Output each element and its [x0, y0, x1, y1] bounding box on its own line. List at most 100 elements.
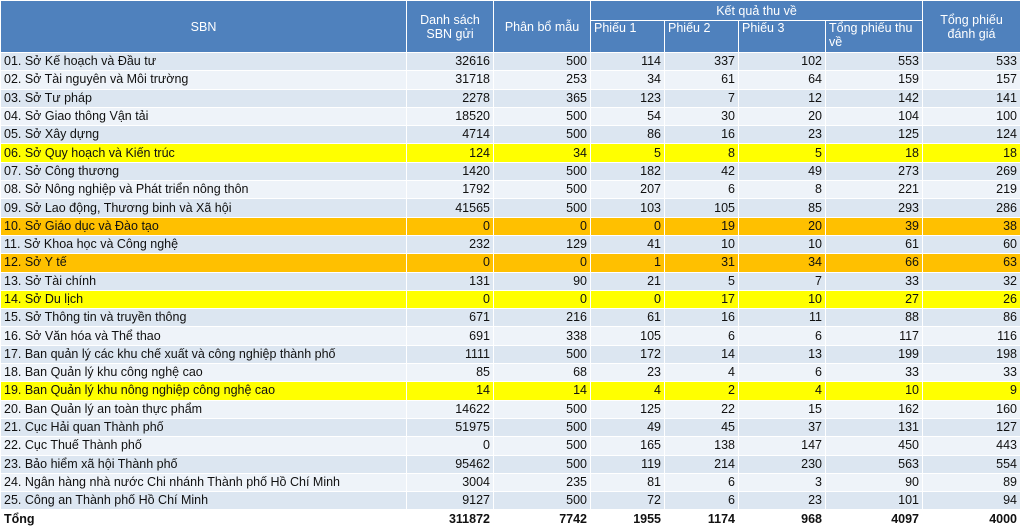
- cell-name: 21. Cục Hải quan Thành phố: [1, 418, 407, 436]
- cell-tong-danh-gia: 141: [923, 89, 1020, 107]
- cell-name: 14. Sở Du lịch: [1, 290, 407, 308]
- cell-phieu-2: 6: [665, 327, 739, 345]
- cell-danh-sach: 32616: [407, 53, 494, 71]
- total-tong-thu: 4097: [826, 510, 923, 529]
- cell-phan-bo: 500: [494, 400, 591, 418]
- cell-tong-thu: 104: [826, 107, 923, 125]
- cell-phieu-1: 172: [591, 345, 665, 363]
- cell-phieu-3: 147: [739, 437, 826, 455]
- cell-phan-bo: 129: [494, 235, 591, 253]
- cell-phan-bo: 500: [494, 455, 591, 473]
- cell-phieu-2: 45: [665, 418, 739, 436]
- cell-phieu-1: 34: [591, 71, 665, 89]
- cell-tong-danh-gia: 9: [923, 382, 1020, 400]
- cell-danh-sach: 0: [407, 437, 494, 455]
- table-row: 08. Sở Nông nghiệp và Phát triển nông th…: [1, 181, 1020, 199]
- cell-tong-thu: 39: [826, 217, 923, 235]
- cell-tong-thu: 159: [826, 71, 923, 89]
- cell-tong-danh-gia: 60: [923, 235, 1020, 253]
- cell-tong-danh-gia: 32: [923, 272, 1020, 290]
- cell-phieu-1: 72: [591, 492, 665, 510]
- cell-phieu-2: 19: [665, 217, 739, 235]
- cell-tong-thu: 221: [826, 181, 923, 199]
- cell-phieu-2: 14: [665, 345, 739, 363]
- cell-tong-danh-gia: 94: [923, 492, 1020, 510]
- cell-phieu-2: 7: [665, 89, 739, 107]
- cell-phieu-1: 49: [591, 418, 665, 436]
- cell-phieu-2: 337: [665, 53, 739, 71]
- cell-name: 07. Sở Công thương: [1, 162, 407, 180]
- cell-phieu-1: 125: [591, 400, 665, 418]
- table-row: 18. Ban Quản lý khu công nghệ cao8568234…: [1, 364, 1020, 382]
- table-row: 16. Sở Văn hóa và Thể thao69133810566117…: [1, 327, 1020, 345]
- cell-danh-sach: 2278: [407, 89, 494, 107]
- cell-tong-danh-gia: 116: [923, 327, 1020, 345]
- cell-phieu-1: 182: [591, 162, 665, 180]
- cell-tong-thu: 293: [826, 199, 923, 217]
- cell-phieu-1: 41: [591, 235, 665, 253]
- cell-phieu-2: 138: [665, 437, 739, 455]
- header-tong-thu: Tổng phiếu thu về: [826, 21, 923, 53]
- cell-phieu-3: 102: [739, 53, 826, 71]
- cell-danh-sach: 124: [407, 144, 494, 162]
- cell-phieu-3: 4: [739, 382, 826, 400]
- cell-danh-sach: 1792: [407, 181, 494, 199]
- cell-name: 18. Ban Quản lý khu công nghệ cao: [1, 364, 407, 382]
- cell-danh-sach: 0: [407, 254, 494, 272]
- cell-phieu-2: 16: [665, 126, 739, 144]
- cell-phan-bo: 34: [494, 144, 591, 162]
- table-row: 03. Sở Tư pháp2278365123712142141: [1, 89, 1020, 107]
- table-row: 14. Sở Du lịch00017102726: [1, 290, 1020, 308]
- cell-phieu-1: 4: [591, 382, 665, 400]
- cell-danh-sach: 1420: [407, 162, 494, 180]
- table-row: 12. Sở Y tế00131346663: [1, 254, 1020, 272]
- cell-name: 25. Công an Thành phố Hồ Chí Minh: [1, 492, 407, 510]
- cell-phan-bo: 500: [494, 418, 591, 436]
- cell-tong-danh-gia: 18: [923, 144, 1020, 162]
- cell-name: 06. Sở Quy hoạch và Kiến trúc: [1, 144, 407, 162]
- total-phan-bo: 7742: [494, 510, 591, 529]
- cell-phan-bo: 500: [494, 162, 591, 180]
- cell-danh-sach: 51975: [407, 418, 494, 436]
- cell-danh-sach: 671: [407, 309, 494, 327]
- cell-name: 19. Ban Quản lý khu nông nghiệp công ngh…: [1, 382, 407, 400]
- cell-danh-sach: 1111: [407, 345, 494, 363]
- cell-tong-danh-gia: 198: [923, 345, 1020, 363]
- cell-phieu-3: 10: [739, 290, 826, 308]
- cell-phan-bo: 235: [494, 473, 591, 491]
- cell-phieu-2: 42: [665, 162, 739, 180]
- cell-phan-bo: 14: [494, 382, 591, 400]
- cell-tong-danh-gia: 286: [923, 199, 1020, 217]
- table-row: 05. Sở Xây dựng4714500861623125124: [1, 126, 1020, 144]
- cell-danh-sach: 41565: [407, 199, 494, 217]
- cell-tong-thu: 131: [826, 418, 923, 436]
- cell-phieu-1: 21: [591, 272, 665, 290]
- cell-danh-sach: 18520: [407, 107, 494, 125]
- cell-tong-danh-gia: 160: [923, 400, 1020, 418]
- cell-phan-bo: 253: [494, 71, 591, 89]
- cell-tong-thu: 563: [826, 455, 923, 473]
- table-row: 21. Cục Hải quan Thành phố51975500494537…: [1, 418, 1020, 436]
- cell-phieu-2: 10: [665, 235, 739, 253]
- table-row: 01. Sở Kế hoạch và Đầu tư326165001143371…: [1, 53, 1020, 71]
- table-row: 09. Sở Lao động, Thương binh và Xã hội41…: [1, 199, 1020, 217]
- cell-phieu-2: 30: [665, 107, 739, 125]
- cell-phan-bo: 500: [494, 492, 591, 510]
- table-row: 23. Bảo hiểm xã hội Thành phố95462500119…: [1, 455, 1020, 473]
- cell-danh-sach: 31718: [407, 71, 494, 89]
- cell-name: 17. Ban quản lý các khu chế xuất và công…: [1, 345, 407, 363]
- cell-tong-thu: 18: [826, 144, 923, 162]
- cell-phieu-2: 31: [665, 254, 739, 272]
- cell-name: 01. Sở Kế hoạch và Đầu tư: [1, 53, 407, 71]
- total-label: Tổng: [1, 510, 407, 529]
- cell-phan-bo: 90: [494, 272, 591, 290]
- cell-phan-bo: 500: [494, 181, 591, 199]
- cell-phieu-2: 16: [665, 309, 739, 327]
- cell-tong-thu: 125: [826, 126, 923, 144]
- cell-phieu-1: 23: [591, 364, 665, 382]
- cell-tong-danh-gia: 157: [923, 71, 1020, 89]
- cell-phieu-2: 2: [665, 382, 739, 400]
- cell-phieu-3: 85: [739, 199, 826, 217]
- cell-phieu-2: 4: [665, 364, 739, 382]
- cell-phieu-1: 0: [591, 217, 665, 235]
